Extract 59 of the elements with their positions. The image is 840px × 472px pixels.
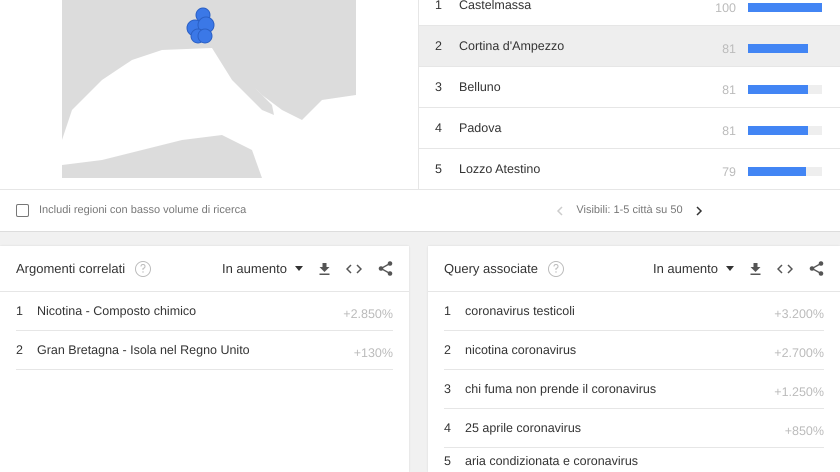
- topic-link[interactable]: nicotina coronavirus: [465, 340, 576, 360]
- change-value: +130%: [354, 344, 393, 362]
- pagination-label: Visibili: 1-5 città su 50: [576, 203, 683, 218]
- rank-number: 1: [435, 0, 443, 14]
- topic-link[interactable]: Gran Bretagna - Isola nel Regno Unito: [37, 340, 250, 360]
- topic-link[interactable]: 25 aprile coronavirus: [465, 418, 582, 438]
- interest-value: 81: [721, 122, 736, 140]
- sort-dropdown[interactable]: In aumento: [652, 258, 734, 278]
- change-value: +1.250%: [774, 384, 824, 401]
- rank-number: 2: [435, 38, 443, 55]
- sort-dropdown[interactable]: In aumento: [222, 258, 303, 278]
- panel-title: Argomenti correlati: [16, 260, 126, 278]
- caret-icon: [726, 266, 734, 271]
- topic-link[interactable]: coronavirus testicoli: [465, 302, 575, 320]
- topic-link[interactable]: chi fuma non prende il coronavirus: [465, 380, 656, 398]
- share-button[interactable]: [809, 261, 824, 276]
- chevron-right-icon[interactable]: [694, 206, 703, 216]
- city-row[interactable]: 5 Lozzo Atestino 79: [419, 149, 840, 190]
- code-icon: [346, 264, 362, 274]
- city-name: Cortina d'Ampezzo: [459, 38, 564, 55]
- download-icon: [319, 262, 330, 274]
- download-icon: [750, 262, 761, 274]
- share-icon: [809, 261, 824, 276]
- rank-number: 1: [16, 302, 24, 320]
- interest-value: 81: [721, 82, 736, 99]
- change-value: +850%: [784, 422, 824, 440]
- city-row[interactable]: 3 Belluno 81: [419, 67, 840, 108]
- map-marker-cluster: [186, 8, 214, 44]
- rank-number: 2: [16, 342, 24, 359]
- topic-link[interactable]: Nicotina - Composto chimico: [37, 302, 196, 320]
- change-value: +2.700%: [774, 344, 824, 362]
- download-button[interactable]: [750, 262, 761, 274]
- share-button[interactable]: [378, 261, 393, 276]
- code-icon: [777, 264, 793, 274]
- city-row[interactable]: 4 Padova 81: [419, 108, 840, 149]
- rank-number: 1: [444, 302, 452, 320]
- checkbox-label: Includi regioni con basso volume di ricerca: [39, 203, 246, 218]
- rank-number: 4: [435, 120, 443, 137]
- checkbox[interactable]: [16, 204, 29, 217]
- rank-number: 5: [444, 453, 452, 470]
- city-name: Padova: [459, 120, 502, 137]
- city-name: Belluno: [459, 78, 501, 96]
- topic-link[interactable]: aria condizionata e coronavirus: [465, 452, 638, 471]
- interest-value: 100: [714, 0, 736, 17]
- change-value: +2.850%: [343, 306, 393, 323]
- change-value: +3.200%: [774, 306, 824, 323]
- rank-number: 5: [435, 160, 443, 178]
- panel-title: Query associate: [444, 260, 538, 278]
- embed-button[interactable]: [777, 264, 793, 274]
- interest-value: 79: [721, 164, 736, 181]
- rank-number: 3: [435, 78, 443, 96]
- city-name: Lozzo Atestino: [459, 160, 540, 178]
- download-button[interactable]: [319, 262, 330, 274]
- rank-number: 2: [444, 342, 452, 359]
- rank-number: 3: [444, 380, 452, 398]
- caret-icon: [295, 266, 303, 271]
- share-icon: [378, 261, 393, 276]
- rank-number: 4: [444, 420, 452, 437]
- embed-button[interactable]: [346, 264, 362, 274]
